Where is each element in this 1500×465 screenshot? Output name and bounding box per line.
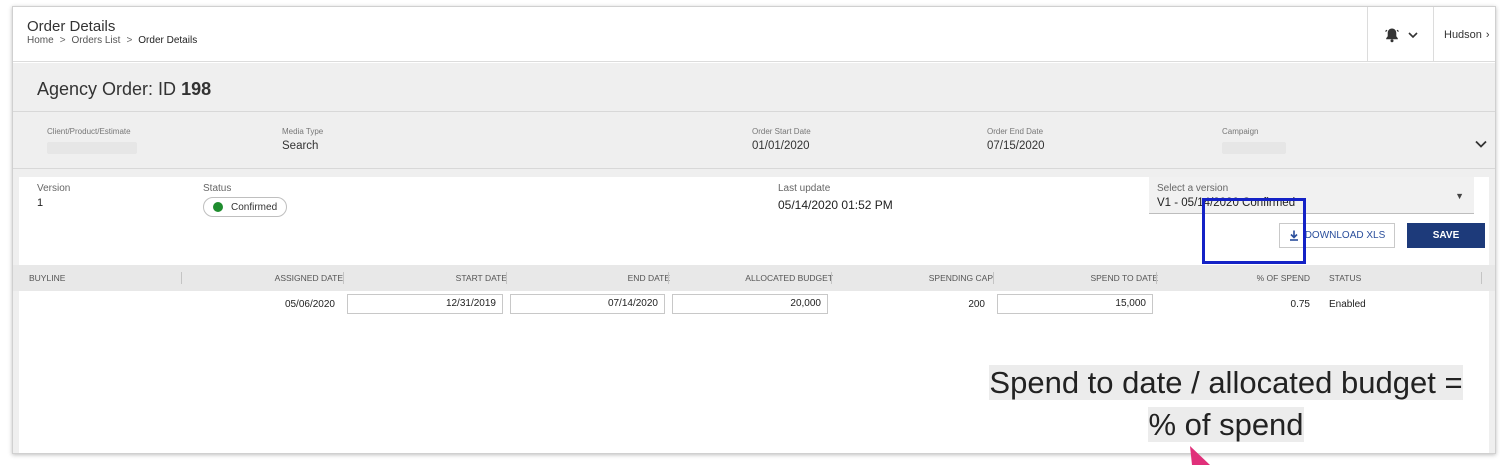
cell-buyline [29,291,169,319]
formula-annotation: Spend to date / allocated budget = % of … [970,362,1482,446]
save-button[interactable]: SAVE [1407,223,1485,248]
order-title: Agency Order: ID 198 [37,79,211,100]
meta-start-value: 01/01/2020 [752,140,810,152]
notifications-button[interactable] [1367,7,1433,62]
chevron-down-icon [1407,31,1418,38]
order-meta: Client/Product/Estimate Media Type Searc… [13,113,1495,169]
meta-client-label: Client/Product/Estimate [47,127,131,136]
column-divider [1481,272,1482,284]
cell-status: Enabled [1329,299,1366,310]
meta-media-type: Media Type Search [282,127,323,152]
column-divider [993,272,994,284]
col-assigned-date[interactable]: ASSIGNED DATE [243,265,343,291]
allocated-budget-input[interactable]: 20,000 [672,294,828,314]
column-divider [181,272,182,284]
column-divider [343,272,344,284]
user-name: Hudson [1444,28,1482,41]
chevron-down-icon [1475,140,1487,148]
spend-to-date-input[interactable]: 15,000 [997,294,1153,314]
last-update-value: 05/14/2020 01:52 PM [778,198,893,212]
arrow-icon [1190,446,1210,465]
chevron-right-icon: > [59,35,66,46]
breadcrumb: Home > Orders List > Order Details [27,35,197,46]
bell-icon [1384,28,1399,42]
order-title-prefix: Agency Order: ID [37,79,177,99]
top-bar: Order Details Home > Orders List > Order… [13,7,1495,62]
status-label: Status [203,183,232,194]
meta-start-label: Order Start Date [752,127,811,136]
expand-details-button[interactable] [1475,135,1487,151]
meta-start-date: Order Start Date 01/01/2020 [752,127,811,152]
order-header: Agency Order: ID 198 [13,63,1495,112]
status-badge-label: Confirmed [231,201,278,213]
last-update-info: Last update 05/14/2020 01:52 PM [778,183,893,212]
meta-media-type-label: Media Type [282,127,324,136]
pct-of-spend-highlight-box [1202,198,1306,264]
meta-client: Client/Product/Estimate [47,127,137,154]
column-divider [506,272,507,284]
col-spending-cap[interactable]: SPENDING CAP [873,265,993,291]
meta-campaign: Campaign [1222,127,1286,154]
end-date-input[interactable]: 07/14/2020 [510,294,665,314]
chevron-right-icon: > [126,35,133,46]
last-update-label: Last update [778,183,831,194]
version-label: Version [37,183,71,194]
meta-end-date: Order End Date 07/15/2020 [987,127,1045,152]
annotation-line-2: % of spend [1148,407,1304,442]
version-value: 1 [37,197,44,209]
download-xls-label: DOWNLOAD XLS [1304,230,1386,241]
status-badge: Confirmed [203,197,288,217]
meta-client-value-redacted [47,142,137,154]
col-buyline[interactable]: BUYLINE [29,265,65,291]
chevron-down-icon: › [1485,28,1490,41]
annotation-line-1: Spend to date / allocated budget = [989,365,1463,400]
column-divider [668,272,669,284]
cell-pct-of-spend: 0.75 [1290,299,1310,310]
meta-end-value: 07/15/2020 [987,140,1045,152]
page-title: Order Details [27,18,116,35]
topbar-actions: Hudson › [1367,7,1495,62]
col-spend-to-date[interactable]: SPEND TO DATE [1033,265,1158,291]
user-menu[interactable]: Hudson › [1433,7,1495,62]
meta-campaign-value-redacted [1222,142,1286,154]
start-date-input[interactable]: 12/31/2019 [347,294,503,314]
meta-end-label: Order End Date [987,127,1044,136]
col-status[interactable]: STATUS [1329,265,1361,291]
meta-campaign-label: Campaign [1222,127,1259,136]
breadcrumb-home[interactable]: Home [27,35,54,46]
table-header: BUYLINE ASSIGNED DATE START DATE END DAT… [13,265,1495,291]
col-start-date[interactable]: START DATE [407,265,507,291]
col-allocated-budget[interactable]: ALLOCATED BUDGET [703,265,833,291]
column-divider [831,272,832,284]
version-info: Version 1 [37,183,70,209]
version-select-label: Select a version [1157,183,1229,194]
table-row: 05/06/2020 12/31/2019 07/14/2020 20,000 … [13,291,1495,319]
cell-assigned-date: 05/06/2020 [284,299,335,310]
col-end-date[interactable]: END DATE [570,265,670,291]
caret-down-icon: ▼ [1455,191,1464,201]
cell-spending-cap: 200 [968,299,985,310]
breadcrumb-current: Order Details [138,35,198,46]
status-dot-icon [213,202,223,212]
breadcrumb-orders-list[interactable]: Orders List [72,35,121,46]
col-pct-of-spend[interactable]: % OF SPEND [1213,265,1310,291]
order-id: 198 [181,79,212,99]
status-info: Status Confirmed [203,183,288,217]
column-divider [1156,272,1157,284]
version-select[interactable]: Select a version V1 - 05/14/2020 Confirm… [1149,177,1474,214]
meta-media-type-value: Search [282,140,319,152]
